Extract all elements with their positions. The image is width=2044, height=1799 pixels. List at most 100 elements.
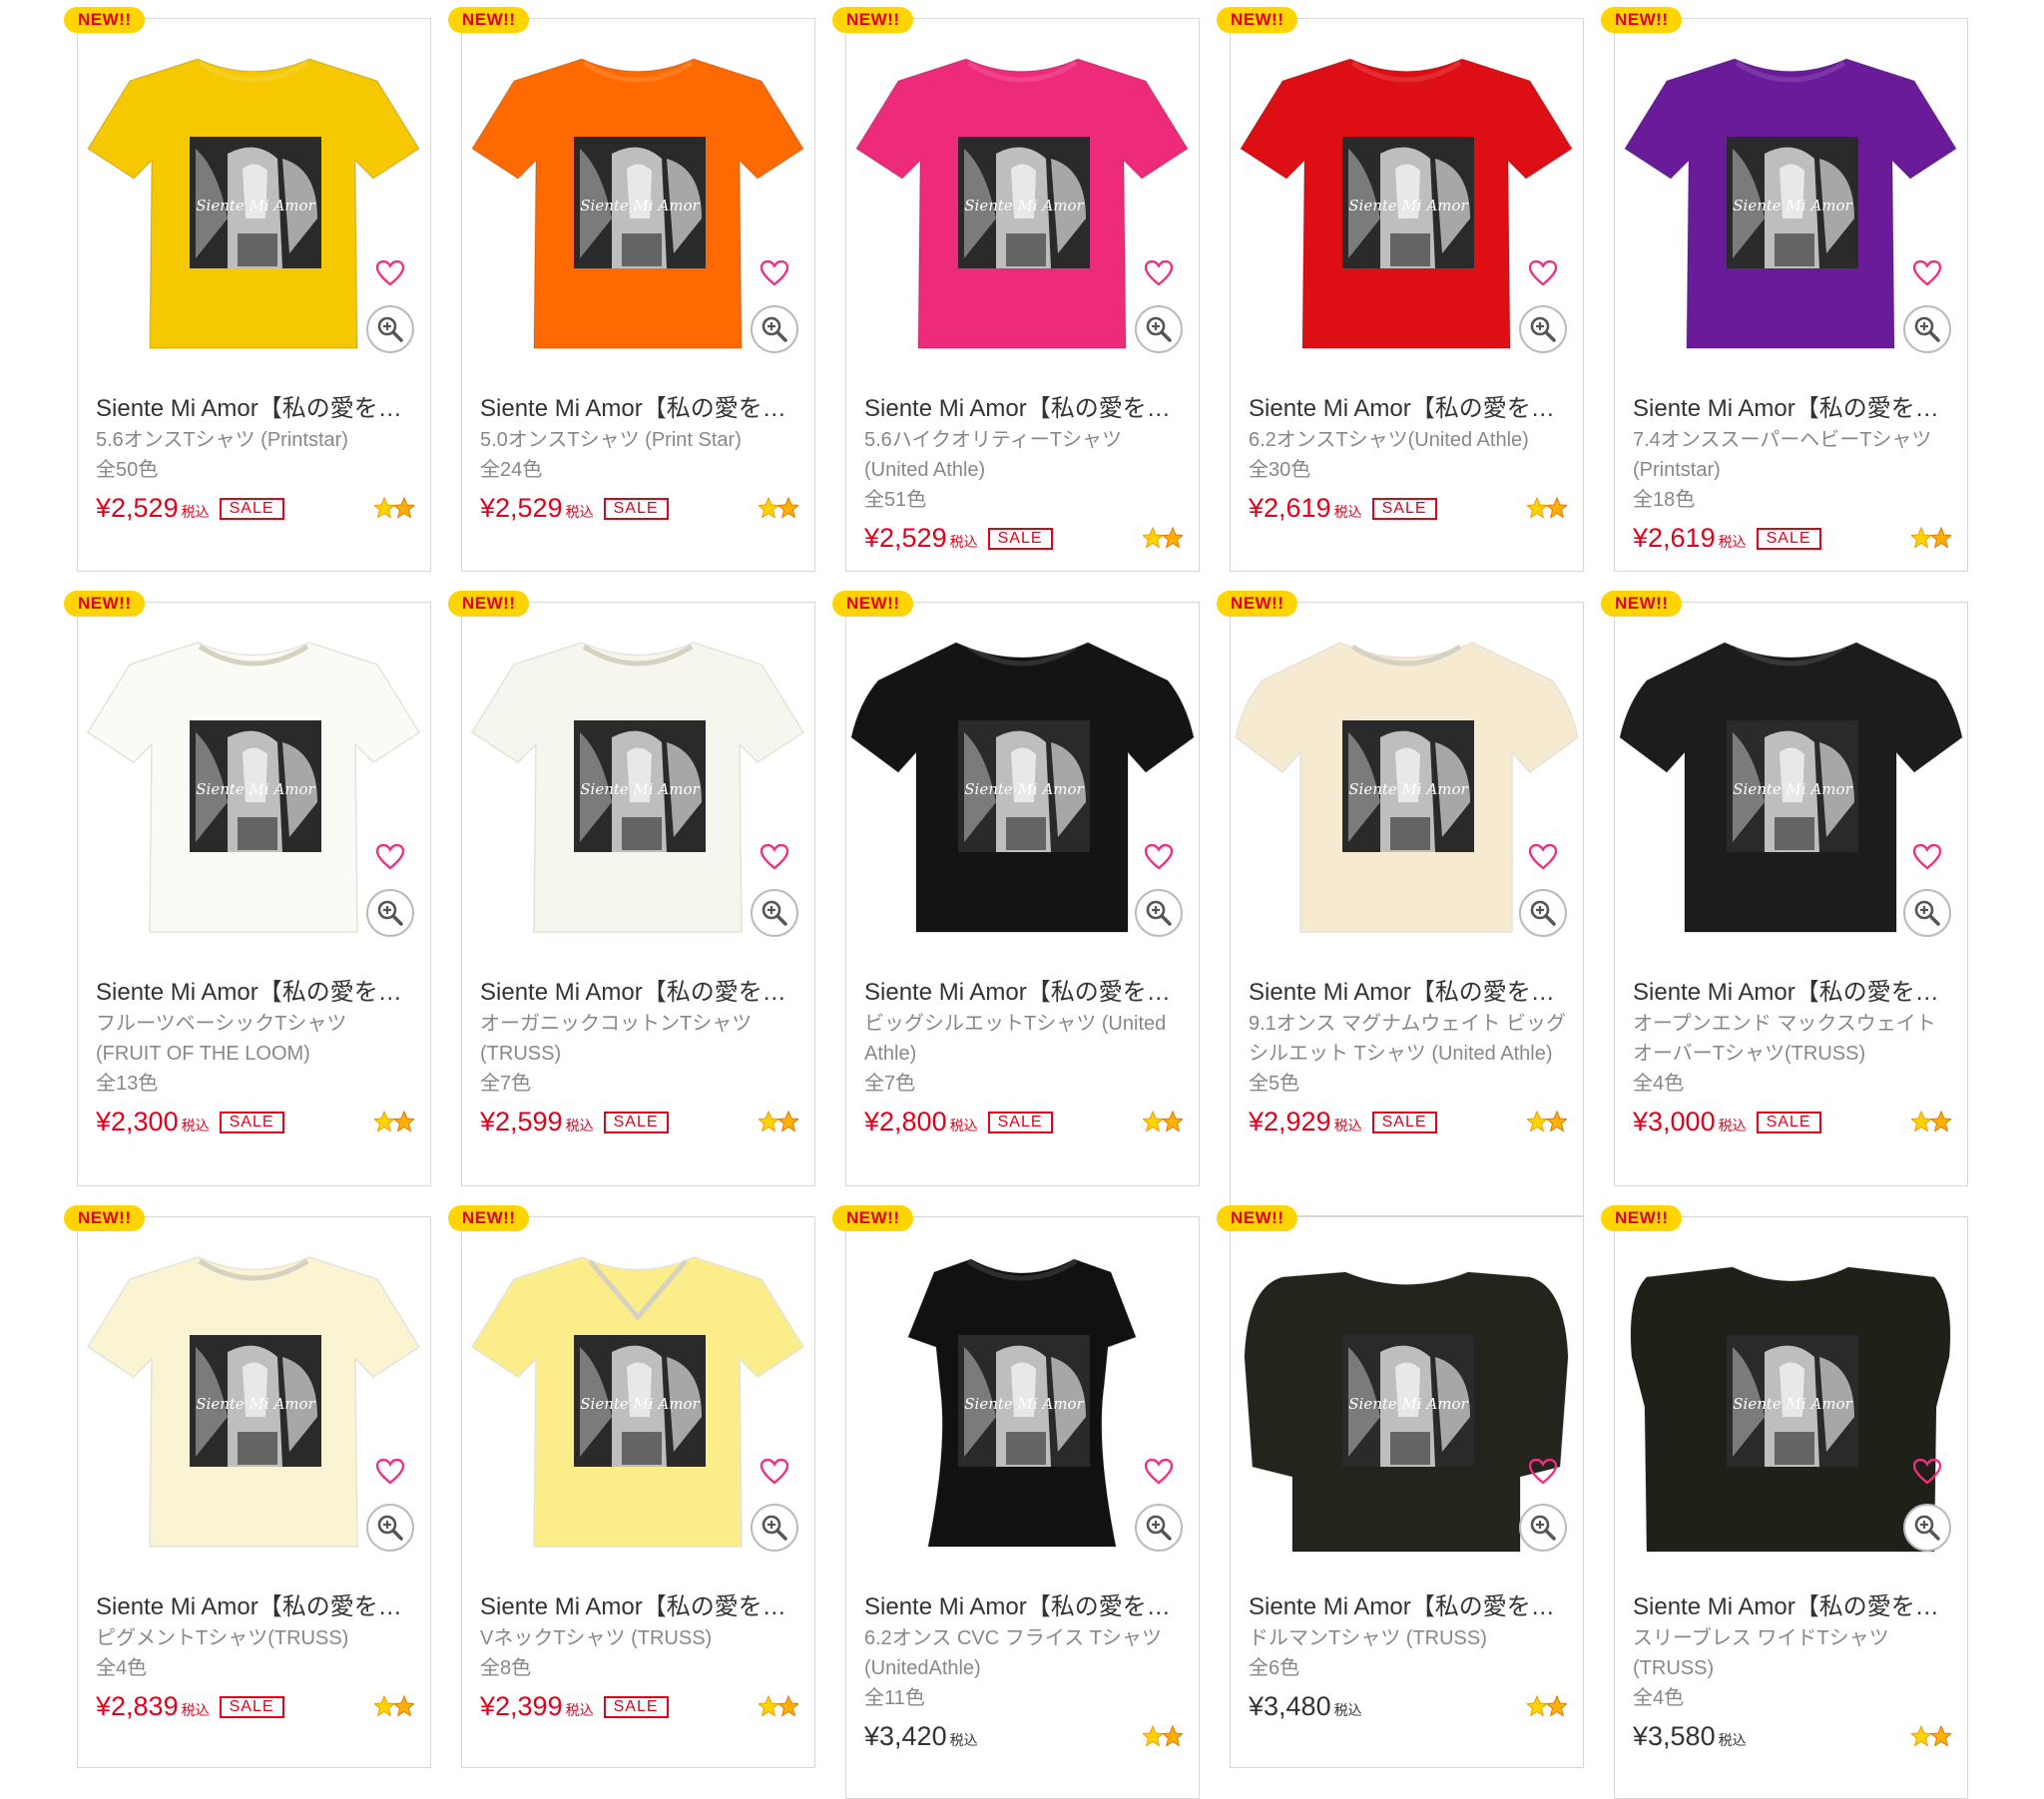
product-card[interactable]: Siente Mi Amor NEW!! Siente Mi Amor【私の愛を感じ… [448, 1205, 815, 1768]
product-title[interactable]: Siente Mi Amor【私の愛を感じて】 [480, 393, 800, 425]
product-card[interactable]: Siente Mi Amor NEW!! Siente Mi Amor【私の愛を感じ… [1601, 591, 1968, 1186]
heart-outline-icon[interactable] [1144, 842, 1174, 872]
heart-outline-icon[interactable] [375, 842, 405, 872]
product-image-area[interactable]: Siente Mi Amor [462, 1217, 814, 1567]
sale-badge: SALE [219, 1696, 284, 1718]
product-image-area[interactable]: Siente Mi Amor [1615, 19, 1967, 368]
zoom-in-icon[interactable] [1903, 889, 1951, 937]
zoom-in-icon[interactable] [366, 1504, 414, 1552]
product-image-area[interactable]: Siente Mi Amor [462, 603, 814, 952]
product-image-area[interactable]: Siente Mi Amor [1231, 1217, 1583, 1567]
zoom-in-icon[interactable] [751, 305, 798, 353]
product-title[interactable]: Siente Mi Amor【私の愛を感じて】 [96, 977, 416, 1009]
product-card[interactable]: Siente Mi Amor NEW!! Siente Mi Amor【私の愛を感じ… [1601, 1205, 1968, 1799]
product-price: ¥2,619 [1249, 493, 1331, 523]
zoom-in-icon[interactable] [1135, 889, 1183, 937]
product-card[interactable]: Siente Mi Amor NEW!! Siente Mi Amor【私の愛を感じ… [64, 7, 431, 572]
product-card[interactable]: Siente Mi Amor NEW!! Siente Mi Amor【私の愛を感じ… [832, 591, 1200, 1186]
product-title[interactable]: Siente Mi Amor【私の愛を感じて】 [1633, 393, 1953, 425]
product-title[interactable]: Siente Mi Amor【私の愛を感じて】 [864, 977, 1185, 1009]
new-badge: NEW!! [64, 1205, 146, 1231]
product-grid: Siente Mi Amor NEW!! Siente Mi Amor【私の愛を感じ… [0, 0, 2044, 1799]
product-image-area[interactable]: Siente Mi Amor [1615, 1217, 1967, 1567]
heart-outline-icon[interactable] [1528, 258, 1558, 288]
product-card[interactable]: Siente Mi Amor NEW!! Siente Mi Amor【私の愛を感じ… [832, 1205, 1200, 1799]
zoom-in-icon[interactable] [1135, 1504, 1183, 1552]
product-title[interactable]: Siente Mi Amor【私の愛を感じて】 [1249, 977, 1569, 1009]
product-item-type: VネックTシャツ (TRUSS) [480, 1627, 713, 1649]
product-card[interactable]: Siente Mi Amor NEW!! Siente Mi Amor【私の愛を感じ… [1217, 7, 1584, 572]
product-title[interactable]: Siente Mi Amor【私の愛を感じて】 [480, 1591, 800, 1623]
zoom-in-icon[interactable] [751, 1504, 798, 1552]
product-image-area[interactable]: Siente Mi Amor [1231, 19, 1583, 368]
print-text: Siente Mi Amor [196, 197, 315, 215]
product-title[interactable]: Siente Mi Amor【私の愛を感じて】 [1249, 1591, 1569, 1623]
product-image-area[interactable]: Siente Mi Amor [78, 19, 430, 368]
zoom-in-icon[interactable] [1519, 889, 1567, 937]
price-row: ¥2,529 税込 SALE [480, 489, 800, 529]
two-stars-icon [1141, 1110, 1185, 1134]
product-info: Siente Mi Amor【私の愛を感じて】 5.6オンスTシャツ (Print… [96, 393, 416, 529]
product-price: ¥3,000 [1633, 1107, 1716, 1136]
product-title[interactable]: Siente Mi Amor【私の愛を感じて】 [96, 1591, 416, 1623]
product-title[interactable]: Siente Mi Amor【私の愛を感じて】 [96, 393, 416, 425]
print-text: Siente Mi Amor [196, 780, 315, 798]
zoom-in-icon[interactable] [1903, 1504, 1951, 1552]
zoom-in-icon[interactable] [1519, 1504, 1567, 1552]
new-badge: NEW!! [1217, 591, 1298, 617]
product-card[interactable]: Siente Mi Amor NEW!! Siente Mi Amor【私の愛を感じ… [832, 7, 1200, 572]
zoom-in-icon[interactable] [1135, 305, 1183, 353]
product-card[interactable]: Siente Mi Amor NEW!! Siente Mi Amor【私の愛を感じ… [1601, 7, 1968, 572]
product-image-area[interactable]: Siente Mi Amor [1231, 603, 1583, 952]
product-price: ¥2,529 [864, 523, 947, 553]
product-image-area[interactable]: Siente Mi Amor [846, 1217, 1199, 1567]
zoom-in-icon[interactable] [1519, 305, 1567, 353]
product-card[interactable]: Siente Mi Amor NEW!! Siente Mi Amor【私の愛を感じ… [448, 591, 815, 1186]
two-stars-icon [1525, 1694, 1569, 1719]
product-title[interactable]: Siente Mi Amor【私の愛を感じて】 [864, 393, 1185, 425]
product-title[interactable]: Siente Mi Amor【私の愛を感じて】 [480, 977, 800, 1009]
heart-outline-icon[interactable] [760, 1457, 789, 1487]
product-card[interactable]: Siente Mi Amor NEW!! Siente Mi Amor【私の愛を感じ… [448, 7, 815, 572]
print-artwork: Siente Mi Amor [190, 137, 321, 268]
heart-outline-icon[interactable] [1144, 1457, 1174, 1487]
heart-outline-icon[interactable] [1912, 842, 1942, 872]
print-artwork: Siente Mi Amor [1342, 137, 1474, 268]
product-image-area[interactable]: Siente Mi Amor [846, 19, 1199, 368]
product-info: Siente Mi Amor【私の愛を感じて】スリーブレス ワイドTシャツ (T… [1633, 1591, 1953, 1757]
product-card[interactable]: Siente Mi Amor NEW!! Siente Mi Amor【私の愛を感じ… [1217, 591, 1584, 1216]
zoom-in-icon[interactable] [366, 305, 414, 353]
heart-outline-icon[interactable] [760, 258, 789, 288]
product-card[interactable]: Siente Mi Amor NEW!! Siente Mi Amor【私の愛を感じ… [64, 1205, 431, 1768]
product-image-area[interactable]: Siente Mi Amor [462, 19, 814, 368]
product-info: Siente Mi Amor【私の愛を感じて】 9.1オンス マグナムウェイト ビ… [1249, 977, 1569, 1142]
heart-outline-icon[interactable] [760, 842, 789, 872]
heart-outline-icon[interactable] [375, 1457, 405, 1487]
heart-outline-icon[interactable] [1912, 258, 1942, 288]
color-count: 全4色 [96, 1657, 148, 1679]
sale-badge: SALE [1371, 1112, 1437, 1133]
heart-outline-icon[interactable] [375, 258, 405, 288]
product-image-area[interactable]: Siente Mi Amor [78, 603, 430, 952]
heart-outline-icon[interactable] [1912, 1457, 1942, 1487]
color-count: 全24色 [480, 459, 543, 481]
zoom-in-icon[interactable] [751, 889, 798, 937]
product-title[interactable]: Siente Mi Amor【私の愛を感じて】 [1633, 1591, 1953, 1623]
heart-outline-icon[interactable] [1528, 1457, 1558, 1487]
color-count: 全4色 [1633, 1687, 1685, 1709]
product-image-area[interactable]: Siente Mi Amor [1615, 603, 1967, 952]
zoom-in-icon[interactable] [366, 889, 414, 937]
product-price: ¥2,839 [96, 1691, 179, 1721]
product-title[interactable]: Siente Mi Amor【私の愛を感じて】 [1249, 393, 1569, 425]
product-item-type: 6.2オンス CVC フライス Tシャツ (UnitedAthle) [864, 1627, 1162, 1679]
heart-outline-icon[interactable] [1528, 842, 1558, 872]
product-title[interactable]: Siente Mi Amor【私の愛を感じて】 [1633, 977, 1953, 1009]
product-card[interactable]: Siente Mi Amor NEW!! Siente Mi Amor【私の愛を感じ… [64, 591, 431, 1186]
product-image-area[interactable]: Siente Mi Amor [846, 603, 1199, 952]
heart-outline-icon[interactable] [1144, 258, 1174, 288]
zoom-in-icon[interactable] [1903, 305, 1951, 353]
product-title[interactable]: Siente Mi Amor【私の愛を感じて】 [864, 1591, 1185, 1623]
product-image-area[interactable]: Siente Mi Amor [78, 1217, 430, 1567]
product-card[interactable]: Siente Mi Amor NEW!! Siente Mi Amor【私の愛を感じ… [1217, 1205, 1584, 1768]
product-info: Siente Mi Amor【私の愛を感じて】 VネックTシャツ (TRUSS) 全… [480, 1591, 800, 1727]
